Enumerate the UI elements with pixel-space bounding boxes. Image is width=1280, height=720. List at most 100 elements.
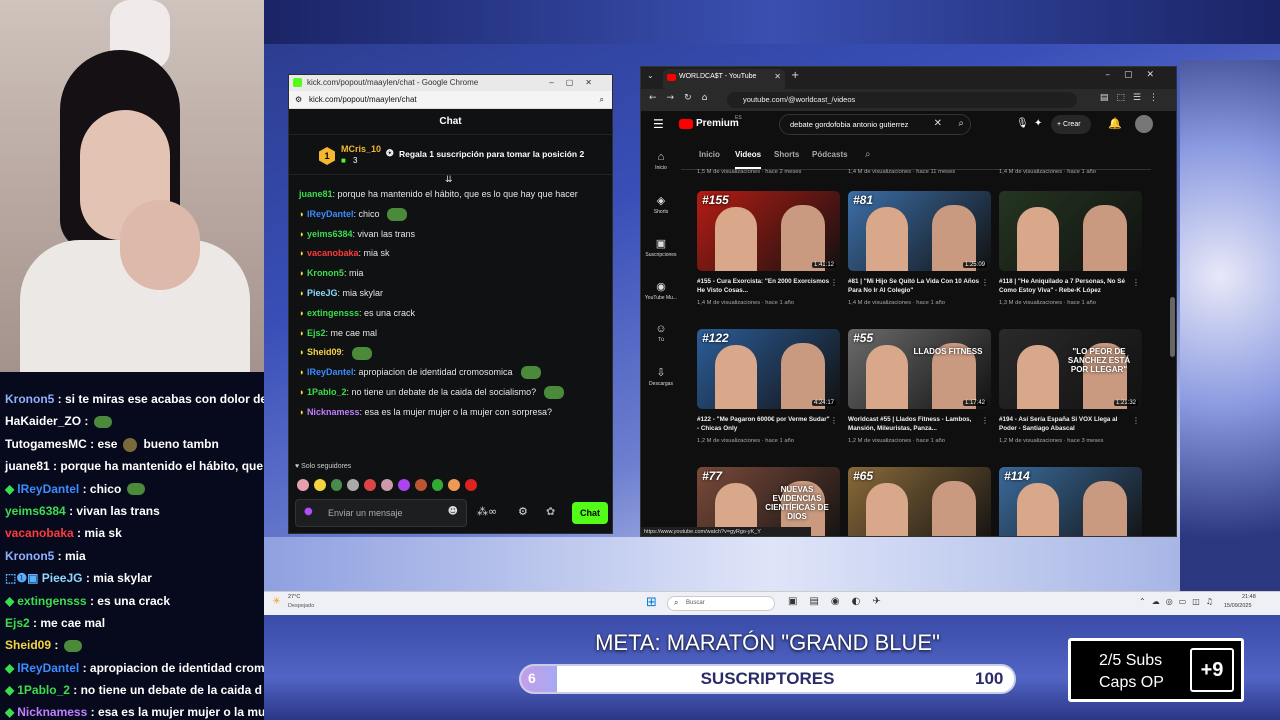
- tray-icons-icon[interactable]: ⌃☁◎▭◫♫: [1139, 597, 1219, 606]
- video-thumbnail[interactable]: LLADOS FITNESS #55 1:17:42: [848, 329, 991, 409]
- chat-username[interactable]: Sheid09: [5, 638, 51, 652]
- video-more-icon[interactable]: ⋮: [1132, 278, 1140, 287]
- video-title[interactable]: #122 - "Me Pagaron 6000€ por Verme Sudar…: [697, 415, 831, 434]
- video-more-icon[interactable]: ⋮: [830, 416, 838, 425]
- gemini-icon[interactable]: ✦: [1034, 118, 1042, 129]
- sidebar-item[interactable]: ◈ Shorts: [641, 194, 681, 233]
- video-thumbnail[interactable]: #114: [999, 467, 1142, 536]
- video-title[interactable]: #118 | "He Aniquilado a 7 Personas, No S…: [999, 277, 1133, 296]
- sidebar-item[interactable]: ☺ Tú: [641, 323, 681, 362]
- yt-search-input[interactable]: debate gordofobia antonio gutierrez ✕ ⌕: [779, 114, 971, 135]
- pinned-gift-banner[interactable]: 1 MCris_10 ■ 3 ❂ Regala 1 suscripción pa…: [289, 135, 612, 175]
- avatar[interactable]: [1135, 115, 1153, 133]
- video-more-icon[interactable]: ⋮: [981, 278, 989, 287]
- mic-icon[interactable]: ●: [304, 506, 313, 517]
- tab-close-icon[interactable]: ✕: [774, 72, 781, 81]
- site-info-icon[interactable]: ⚙: [295, 91, 302, 109]
- window-controls-icon[interactable]: –▢✕: [1105, 70, 1168, 80]
- chat-username[interactable]: lReyDantel: [17, 661, 79, 675]
- weather-icon[interactable]: ☀: [272, 596, 281, 607]
- scroll-down-icon[interactable]: ⇊: [445, 175, 453, 185]
- browser-tab[interactable]: WORLDCA$T - YouTube ✕: [663, 69, 785, 89]
- clear-search-icon[interactable]: ✕: [934, 118, 942, 129]
- gift-sub-icon[interactable]: ✿: [546, 505, 555, 518]
- kick-username[interactable]: vacanobaka: [307, 248, 359, 258]
- pinned-apps-icon[interactable]: ▣▤◉◐✈: [788, 596, 893, 607]
- search-icon[interactable]: ⌕: [958, 118, 964, 129]
- chat-username[interactable]: PieeJG: [42, 571, 83, 585]
- chat-username[interactable]: Nicknamess: [17, 705, 87, 719]
- kick-username[interactable]: yeims6384: [307, 229, 353, 239]
- video-thumbnail[interactable]: #65: [848, 467, 991, 536]
- new-tab-icon[interactable]: +: [791, 70, 799, 81]
- kick-username[interactable]: Nicknamess: [307, 407, 360, 417]
- chat-username[interactable]: TutogamesMC: [5, 437, 87, 451]
- video-card[interactable]: #114: [999, 467, 1142, 536]
- tab-search-icon[interactable]: ⌄: [647, 71, 654, 80]
- video-more-icon[interactable]: ⋮: [830, 278, 838, 287]
- menu-icon[interactable]: ☰: [653, 117, 664, 131]
- extensions-icon[interactable]: ▤⬚☰⋮: [1100, 93, 1166, 103]
- chat-username[interactable]: lReyDantel: [17, 482, 79, 496]
- video-title[interactable]: #155 - Cura Exorcista: "En 2000 Exorcism…: [697, 277, 831, 296]
- points-icon[interactable]: ⁂∞: [477, 505, 497, 518]
- kick-username[interactable]: lReyDantel: [307, 209, 354, 219]
- kick-username[interactable]: extingensss: [307, 308, 359, 318]
- video-card[interactable]: #122 4:24:17 #122 - "Me Pagaron 6000€ por …: [697, 329, 840, 461]
- video-thumbnail[interactable]: #122 4:24:17: [697, 329, 840, 409]
- sidebar-item[interactable]: ▣ Suscripciones: [641, 237, 681, 276]
- kick-username[interactable]: juane81: [299, 189, 333, 199]
- kick-username[interactable]: Sheid09: [307, 347, 342, 357]
- video-title[interactable]: Worldcast #55 | Llados Fitness - Lambos,…: [848, 415, 982, 434]
- emote-row[interactable]: [297, 479, 477, 495]
- video-thumbnail[interactable]: [999, 191, 1142, 271]
- video-card[interactable]: LLADOS FITNESS #55 1:17:42 Worldcast #55 | …: [848, 329, 991, 461]
- notifications-icon[interactable]: 🔔: [1108, 117, 1122, 130]
- video-thumbnail[interactable]: #155 1:41:12: [697, 191, 840, 271]
- chat-username[interactable]: Kronon5: [5, 549, 54, 563]
- sidebar-item[interactable]: ◉ YouTube Mu...: [641, 280, 681, 319]
- video-card[interactable]: #65: [848, 467, 991, 536]
- settings-icon[interactable]: ⚙: [518, 505, 528, 518]
- youtube-logo-icon[interactable]: [679, 119, 693, 129]
- chat-username[interactable]: extingensss: [17, 594, 86, 608]
- kick-username[interactable]: lReyDantel: [307, 367, 354, 377]
- message-input[interactable]: ● Enviar un mensaje ☻: [295, 499, 467, 527]
- video-card[interactable]: #118 | "He Aniquilado a 7 Personas, No S…: [999, 191, 1142, 323]
- chat-username[interactable]: 1Pablo_2: [17, 683, 70, 697]
- tab-podcasts[interactable]: Pódcasts: [812, 150, 848, 159]
- chat-username[interactable]: juane81: [5, 459, 50, 473]
- sidebar-item[interactable]: ⌂ Inicio: [641, 151, 681, 190]
- chat-send-button[interactable]: Chat: [572, 502, 608, 524]
- taskbar-search[interactable]: ⌕ Buscar: [667, 596, 775, 611]
- video-card[interactable]: "LO PEOR DE SANCHEZ ESTÁ POR LLEGAR" 1:21…: [999, 329, 1142, 461]
- url-field[interactable]: youtube.com/@worldcast_/videos: [727, 92, 1077, 108]
- video-title[interactable]: #81 | "Mi Hijo Se Quitó La Vida Con 10 A…: [848, 277, 982, 296]
- chat-username[interactable]: vacanobaka: [5, 526, 74, 540]
- channel-search-icon[interactable]: ⌕: [865, 149, 871, 160]
- tab-inicio[interactable]: Inicio: [699, 150, 720, 159]
- start-icon[interactable]: ⊞: [646, 596, 657, 609]
- video-thumbnail[interactable]: "LO PEOR DE SANCHEZ ESTÁ POR LLEGAR" 1:21…: [999, 329, 1142, 409]
- kick-username[interactable]: 1Pablo_2: [307, 387, 347, 397]
- video-more-icon[interactable]: ⋮: [981, 416, 989, 425]
- kick-username[interactable]: Kronon5: [307, 268, 344, 278]
- create-button[interactable]: + Crear: [1051, 115, 1091, 134]
- nav-buttons-icon[interactable]: ←→↻⌂: [649, 93, 717, 103]
- chat-username[interactable]: Ejs2: [5, 616, 30, 630]
- tab-shorts[interactable]: Shorts: [774, 150, 799, 159]
- chat-username[interactable]: yeims6384: [5, 504, 66, 518]
- voice-search-icon[interactable]: 🎙: [1016, 118, 1029, 129]
- window-controls-icon[interactable]: –▢✕: [549, 75, 604, 91]
- chat-username[interactable]: HaKaider_ZO: [5, 414, 81, 428]
- emoji-icon[interactable]: ☻: [448, 506, 458, 517]
- video-card[interactable]: #81 1:25:09 #81 | "Mi Hijo Se Quitó La Vid…: [848, 191, 991, 323]
- zoom-icon[interactable]: ⌕: [600, 91, 604, 109]
- chat-username[interactable]: Kronon5: [5, 392, 54, 406]
- video-title[interactable]: #194 - Así Sería España Si VOX Llega al …: [999, 415, 1133, 434]
- video-thumbnail[interactable]: #81 1:25:09: [848, 191, 991, 271]
- video-card[interactable]: #155 1:41:12 #155 - Cura Exorcista: "En 20…: [697, 191, 840, 323]
- kick-address-bar[interactable]: ⚙ kick.com/popout/maaylen/chat ⌕: [289, 91, 612, 109]
- video-more-icon[interactable]: ⋮: [1132, 416, 1140, 425]
- sidebar-item[interactable]: ⇩ Descargas: [641, 366, 681, 405]
